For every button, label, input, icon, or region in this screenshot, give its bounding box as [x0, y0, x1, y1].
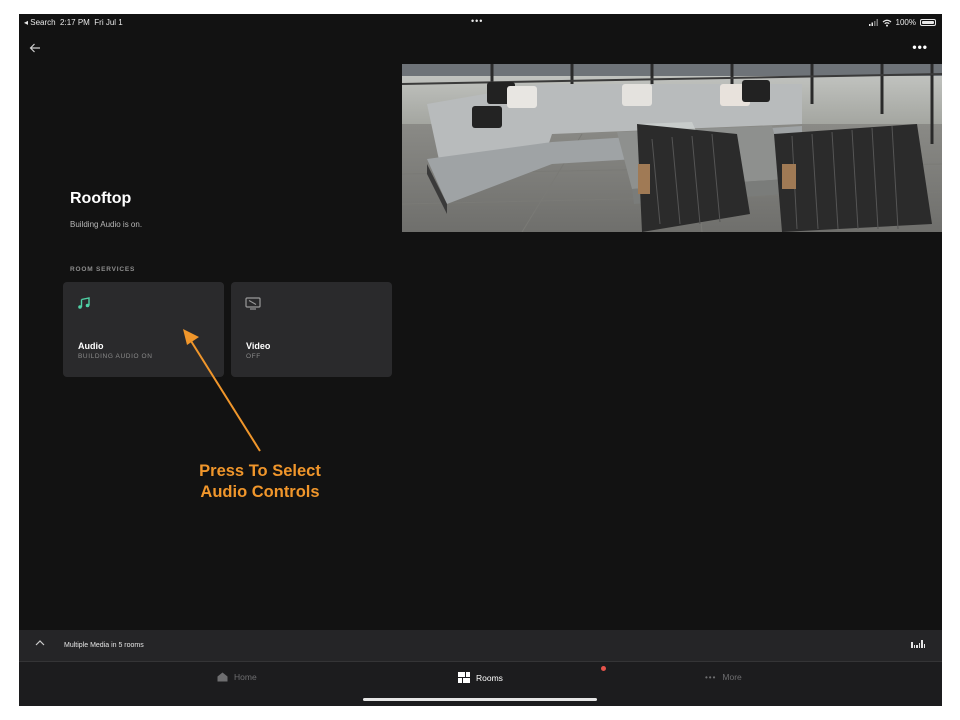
- screen-icon: [245, 296, 261, 315]
- multitasking-dots-icon[interactable]: •••: [471, 16, 483, 26]
- notification-badge: [601, 666, 606, 671]
- audio-levels-icon[interactable]: [911, 640, 925, 648]
- tab-more-label: More: [722, 672, 742, 682]
- home-indicator[interactable]: [363, 698, 597, 701]
- rooms-grid-icon: [458, 672, 470, 683]
- wifi-icon: [882, 19, 891, 27]
- annotation-line-1: Press To Select: [199, 462, 321, 480]
- tab-bar: Home Rooms ••• More: [19, 662, 942, 706]
- back-arrow-icon[interactable]: [29, 40, 41, 56]
- annotation-text: Press To Select Audio Controls: [185, 461, 335, 503]
- room-services-heading: ROOM SERVICES: [70, 266, 136, 273]
- status-bar: ◂ Search 2:17 PM Fri Jul 1 ••• 100%: [19, 14, 942, 30]
- back-to-app-link[interactable]: ◂ Search: [24, 18, 56, 27]
- video-card-title: Video: [246, 341, 271, 351]
- now-playing-bar[interactable]: Multiple Media in 5 rooms: [19, 630, 942, 662]
- music-note-icon: [77, 296, 91, 315]
- status-date: Fri Jul 1: [94, 18, 123, 27]
- more-options-icon[interactable]: •••: [912, 40, 928, 54]
- room-status-text: Building Audio is on.: [70, 220, 143, 229]
- more-dots-icon: •••: [705, 672, 717, 682]
- annotation-line-2: Audio Controls: [200, 483, 320, 501]
- now-playing-label: Multiple Media in 5 rooms: [64, 642, 144, 649]
- chevron-up-icon[interactable]: [35, 637, 45, 649]
- battery-icon: [920, 19, 936, 26]
- audio-service-card[interactable]: Audio BUILDING AUDIO ON: [63, 282, 224, 377]
- room-hero-image: [402, 64, 942, 232]
- battery-percent: 100%: [895, 18, 916, 27]
- tab-rooms[interactable]: Rooms: [458, 672, 503, 683]
- cellular-signal-icon: [868, 19, 878, 26]
- room-title: Rooftop: [70, 190, 132, 207]
- tab-home[interactable]: Home: [217, 672, 257, 682]
- status-time: 2:17 PM: [60, 18, 90, 27]
- status-left: ◂ Search 2:17 PM Fri Jul 1: [24, 18, 123, 27]
- audio-card-title: Audio: [78, 341, 104, 351]
- video-card-status: OFF: [246, 353, 261, 360]
- tab-more[interactable]: ••• More: [705, 672, 742, 682]
- tab-home-label: Home: [234, 672, 257, 682]
- status-right: 100%: [868, 18, 936, 27]
- video-service-card[interactable]: Video OFF: [231, 282, 392, 377]
- audio-card-status: BUILDING AUDIO ON: [78, 353, 153, 360]
- app-screen: ◂ Search 2:17 PM Fri Jul 1 ••• 100% •••: [19, 14, 942, 706]
- tab-rooms-label: Rooms: [476, 672, 503, 683]
- home-icon: [217, 672, 228, 682]
